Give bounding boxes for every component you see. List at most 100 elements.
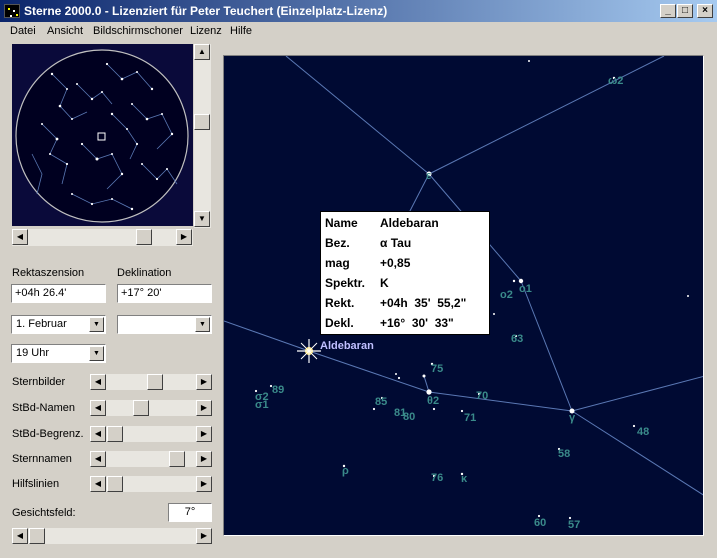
star-label-58: 58 [558, 448, 571, 460]
stbd-begrenz-slider-thumb[interactable] [107, 426, 123, 442]
hilfslinien-label: Hilfslinien [12, 478, 60, 490]
fov-label: Gesichtsfeld: [12, 507, 76, 519]
second-select[interactable]: ▼ [117, 315, 212, 334]
info-name-value: Aldebaran [380, 216, 439, 230]
star-label-epsilon: ε [426, 170, 432, 182]
menu-datei[interactable]: Datei [10, 25, 36, 37]
info-dekl-key: Dekl. [325, 316, 354, 330]
fov-slider[interactable]: ◀ ▶ [12, 528, 212, 544]
overview-sky-map[interactable] [12, 44, 193, 226]
scroll-right-arrow-icon[interactable]: ▶ [176, 229, 192, 245]
horizontal-scroll-thumb[interactable] [136, 229, 152, 245]
scroll-right-arrow-icon[interactable]: ▶ [196, 426, 212, 442]
time-select-value: 19 Uhr [16, 347, 50, 359]
info-name-key: Name [325, 216, 358, 230]
scroll-left-arrow-icon[interactable]: ◀ [12, 528, 28, 544]
minimize-button[interactable]: _ [660, 4, 676, 18]
scroll-right-arrow-icon[interactable]: ▶ [196, 528, 212, 544]
scroll-right-arrow-icon[interactable]: ▶ [196, 476, 212, 492]
sternnamen-slider[interactable]: ◀ ▶ [90, 451, 212, 467]
star-label-gamma: γ [569, 412, 576, 424]
aldebaran-label: Aldebaran [320, 340, 374, 352]
star-label-57: 57 [568, 519, 581, 531]
overview-horizontal-scrollbar[interactable]: ◀ ▶ [12, 229, 193, 246]
star-label-rho: ρ [342, 465, 349, 477]
aldebaran-star-icon [297, 339, 321, 363]
info-bez-key: Bez. [325, 236, 350, 250]
chevron-down-icon[interactable]: ▼ [89, 317, 104, 332]
maximize-button[interactable]: □ [677, 4, 693, 18]
info-dekl-value: +16° 30' 33" [380, 316, 454, 330]
scroll-left-arrow-icon[interactable]: ◀ [90, 426, 106, 442]
scroll-right-arrow-icon[interactable]: ▶ [196, 451, 212, 467]
star-label-85: 85 [375, 396, 388, 408]
chevron-down-icon[interactable]: ▼ [89, 346, 104, 361]
info-mag-value: +0,85 [380, 256, 411, 270]
sternbilder-label: Sternbilder [12, 376, 66, 388]
menu-bar: Datei Ansicht Bildschirmschoner Lizenz H… [0, 22, 717, 42]
star-label-omega2: ω2 [608, 75, 624, 87]
overview-sky-chart [15, 49, 189, 223]
fov-slider-thumb[interactable] [29, 528, 45, 544]
sternnamen-slider-thumb[interactable] [169, 451, 186, 467]
star-label-48: 48 [637, 426, 650, 438]
date-select-value: 1. Februar [16, 318, 67, 330]
info-rekt-value: +04h 35' 55,2" [380, 296, 467, 310]
stbd-begrenz-slider[interactable]: ◀ ▶ [90, 426, 212, 442]
star-label-63: 63 [511, 333, 524, 345]
info-spektr-key: Spektr. [325, 276, 366, 290]
star-label-76: 76 [431, 472, 444, 484]
menu-hilfe[interactable]: Hilfe [230, 25, 252, 37]
hilfslinien-slider-thumb[interactable] [107, 476, 123, 492]
app-icon [4, 4, 20, 18]
star-label-o2: o2 [500, 289, 513, 301]
dec-field[interactable]: +17° 20' [117, 284, 212, 303]
info-mag-key: mag [325, 256, 350, 270]
star-label-80: 80 [403, 411, 416, 423]
star-label-71: 71 [464, 412, 477, 424]
fov-field[interactable]: 7° [168, 503, 212, 522]
star-label-theta2: θ2 [427, 395, 440, 407]
star-label-60: 60 [534, 517, 547, 529]
menu-lizenz[interactable]: Lizenz [190, 25, 222, 37]
scroll-left-arrow-icon[interactable]: ◀ [90, 476, 106, 492]
scroll-left-arrow-icon[interactable]: ◀ [90, 374, 106, 390]
ra-label: Rektaszension [12, 267, 85, 279]
scroll-down-arrow-icon[interactable]: ▼ [194, 211, 210, 227]
overview-vertical-scrollbar[interactable]: ▲ ▼ [194, 44, 211, 228]
scroll-right-arrow-icon[interactable]: ▶ [196, 400, 212, 416]
menu-bildschirmschoner[interactable]: Bildschirmschoner [93, 25, 183, 37]
close-button[interactable]: × [697, 4, 713, 18]
time-select[interactable]: 19 Uhr ▼ [11, 344, 106, 363]
star-label-kappa: κ [461, 473, 468, 485]
scroll-right-arrow-icon[interactable]: ▶ [196, 374, 212, 390]
stbd-namen-slider[interactable]: ◀ ▶ [90, 400, 212, 416]
info-spektr-value: K [380, 276, 389, 290]
sternbilder-slider-thumb[interactable] [147, 374, 164, 390]
star-label-sigma1: σ1 [255, 399, 269, 411]
star-label-89: 89 [272, 384, 285, 396]
star-label-75: 75 [431, 363, 444, 375]
stbd-begrenz-label: StBd-Begrenz. [12, 428, 84, 440]
star-label-70: 70 [476, 390, 489, 402]
sternbilder-slider[interactable]: ◀ ▶ [90, 374, 212, 390]
date-select[interactable]: 1. Februar ▼ [11, 315, 106, 334]
scroll-up-arrow-icon[interactable]: ▲ [194, 44, 210, 60]
window-title: Sterne 2000.0 - Lizenziert für Peter Teu… [24, 4, 388, 18]
info-bez-value: α Tau [380, 236, 412, 250]
info-rekt-key: Rekt. [325, 296, 355, 310]
title-bar: Sterne 2000.0 - Lizenziert für Peter Teu… [0, 0, 717, 22]
chevron-down-icon[interactable]: ▼ [195, 317, 210, 332]
scroll-left-arrow-icon[interactable]: ◀ [90, 451, 106, 467]
scroll-left-arrow-icon[interactable]: ◀ [90, 400, 106, 416]
sternnamen-label: Sternnamen [12, 453, 72, 465]
stbd-namen-slider-thumb[interactable] [132, 400, 149, 416]
ra-field[interactable]: +04h 26.4' [11, 284, 106, 303]
vertical-scroll-thumb[interactable] [194, 114, 210, 130]
stbd-namen-label: StBd-Namen [12, 402, 75, 414]
star-label-o1: o1 [519, 283, 532, 295]
hilfslinien-slider[interactable]: ◀ ▶ [90, 476, 212, 492]
menu-ansicht[interactable]: Ansicht [47, 25, 83, 37]
star-info-popup: Name Aldebaran Bez. α Tau mag +0,85 Spektr.… [320, 211, 490, 335]
scroll-left-arrow-icon[interactable]: ◀ [12, 229, 28, 245]
